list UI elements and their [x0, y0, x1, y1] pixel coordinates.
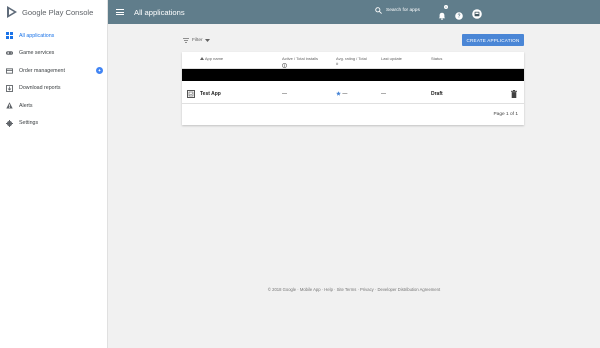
column-label: Active / Total installs	[282, 56, 318, 61]
notification-count-badge: 1	[444, 5, 448, 9]
status-badge: Draft	[431, 91, 443, 97]
search-box[interactable]: Search for apps	[375, 7, 420, 14]
rating-cell: —	[336, 91, 347, 97]
apps-icon	[6, 32, 13, 40]
redacted-row	[182, 69, 524, 81]
sidebar-item-label: Alerts	[19, 102, 33, 109]
pagination-label: Page 1 of 1	[493, 112, 518, 117]
search-icon	[375, 7, 382, 14]
card-icon	[6, 67, 13, 74]
column-label: App name	[204, 56, 224, 62]
column-header-status: Status	[431, 56, 443, 61]
sidebar: Google Play Console All applications Gam…	[0, 0, 108, 348]
sidebar-item-alerts[interactable]: Alerts	[0, 97, 107, 115]
last-update-value: —	[381, 91, 386, 97]
help-icon[interactable]: ?	[455, 7, 463, 20]
notifications-bell-icon[interactable]: 1	[438, 5, 448, 20]
filter-button[interactable]: Filter	[183, 38, 210, 43]
app-placeholder-icon	[187, 90, 195, 98]
delete-icon[interactable]	[511, 90, 517, 98]
app-name[interactable]: Test App	[200, 91, 221, 97]
sort-ascending-icon	[200, 57, 204, 60]
sidebar-item-download-reports[interactable]: Download reports	[0, 80, 107, 98]
column-header-installs: Active / Total installs	[282, 56, 332, 69]
column-header-app-name[interactable]: App name	[200, 56, 224, 62]
sidebar-item-label: Settings	[19, 120, 39, 127]
filter-icon	[183, 38, 189, 43]
sidebar-item-settings[interactable]: Settings	[0, 115, 107, 133]
sidebar-item-all-applications[interactable]: All applications	[0, 27, 107, 45]
svg-text:?: ?	[457, 14, 460, 20]
gamepad-icon	[6, 50, 13, 57]
alert-icon	[6, 102, 13, 109]
account-avatar-icon[interactable]	[472, 6, 482, 19]
create-application-button[interactable]: CREATE APPLICATION	[462, 34, 524, 46]
table-row[interactable]: Test App — — — Draft	[182, 87, 524, 104]
new-badge-icon: ✦	[96, 67, 103, 75]
filter-label: Filter	[192, 38, 203, 43]
footer-links[interactable]: © 2018 Google · Mobile App · Help · Site…	[0, 287, 600, 292]
applications-table: App name Active / Total installs Avg. ra…	[182, 52, 524, 125]
page-title: All applications	[134, 7, 185, 17]
table-header: App name Active / Total installs Avg. ra…	[182, 52, 524, 69]
column-header-rating: Avg. rating / Total #	[336, 56, 367, 66]
info-icon[interactable]	[282, 62, 287, 68]
gear-icon	[6, 119, 13, 127]
brand[interactable]: Google Play Console	[0, 0, 107, 24]
menu-toggle-icon[interactable]	[116, 9, 124, 15]
dropdown-arrow-icon	[204, 39, 210, 42]
top-app-bar: All applications	[108, 0, 600, 24]
brand-name: Google Play Console	[22, 7, 94, 17]
sidebar-item-label: Download reports	[19, 85, 61, 92]
download-icon	[6, 84, 13, 92]
star-icon	[336, 91, 341, 96]
sidebar-item-label: Game services	[19, 50, 55, 57]
play-console-logo-icon	[7, 6, 17, 18]
sidebar-item-label: All applications	[19, 32, 55, 39]
search-input[interactable]: Search for apps	[386, 8, 420, 13]
sidebar-item-label: Order management	[19, 67, 65, 74]
rating-value: —	[342, 91, 348, 97]
installs-value: —	[282, 91, 287, 97]
sidebar-nav: All applications Game services Order man…	[0, 27, 107, 132]
sidebar-item-order-management[interactable]: Order management ✦	[0, 62, 107, 80]
sidebar-item-game-services[interactable]: Game services	[0, 45, 107, 63]
column-header-last-update: Last update	[381, 56, 402, 61]
